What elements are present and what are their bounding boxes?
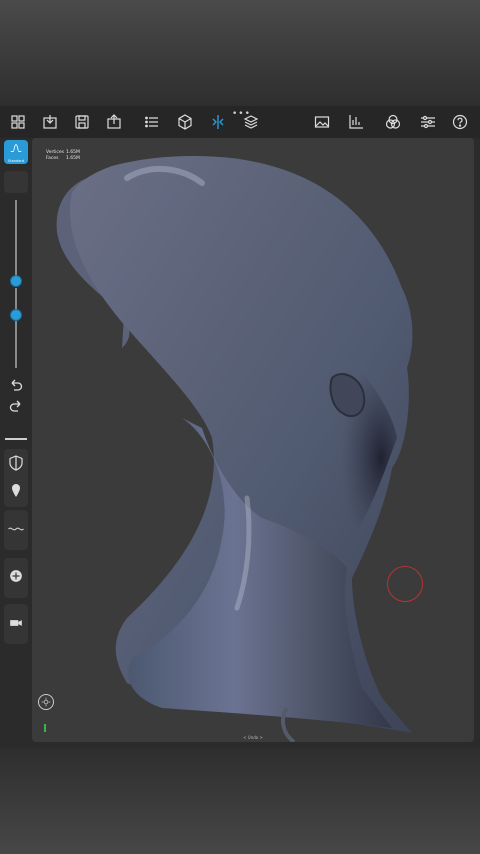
shield-icon[interactable] — [6, 453, 26, 473]
intensity-slider-knob[interactable] — [10, 308, 22, 321]
top-toolbar: ••• — [0, 106, 480, 138]
axis-gizmo-icon — [44, 724, 46, 732]
export-icon[interactable] — [104, 112, 124, 132]
radius-slider[interactable] — [15, 200, 17, 280]
app-window: ••• Standard Vertices 1.65M Faces 1.65M … — [0, 106, 480, 748]
undo-icon[interactable] — [6, 375, 26, 395]
camera-button[interactable] — [4, 604, 28, 644]
left-sidebar: Standard — [0, 138, 32, 742]
stroke-button[interactable] — [4, 510, 28, 550]
redo-icon[interactable] — [6, 396, 26, 416]
active-tool-button[interactable]: Standard — [4, 140, 28, 164]
radius-slider-knob[interactable] — [10, 274, 22, 287]
layers-icon[interactable] — [241, 112, 261, 132]
divider — [5, 438, 27, 440]
sculpt-model[interactable] — [32, 138, 474, 742]
intensity-slider[interactable] — [15, 288, 17, 368]
add-button[interactable] — [4, 558, 28, 598]
letterbox-top — [0, 0, 480, 106]
color-swatch-button[interactable] — [4, 171, 28, 193]
image-icon[interactable] — [312, 112, 332, 132]
settings-icon[interactable] — [418, 112, 438, 132]
letterbox-bottom — [0, 748, 480, 854]
chart-icon[interactable] — [346, 112, 366, 132]
save-icon[interactable] — [72, 112, 92, 132]
material-icon[interactable] — [383, 112, 403, 132]
import-icon[interactable] — [40, 112, 60, 132]
reset-view-button[interactable] — [38, 694, 54, 710]
active-tool-label: Standard — [8, 159, 24, 163]
symmetry-icon[interactable] — [208, 112, 228, 132]
help-icon[interactable] — [450, 112, 470, 132]
pin-icon[interactable] — [6, 481, 26, 501]
sculpt-viewport[interactable]: Vertices 1.65M Faces 1.65M < Undo > — [32, 138, 474, 742]
brush-cursor-ring — [387, 566, 423, 602]
grid-icon[interactable] — [8, 112, 28, 132]
undo-history-label[interactable]: < Undo > — [32, 735, 474, 740]
tool-options-group — [4, 449, 28, 507]
list-icon[interactable] — [142, 112, 162, 132]
cube-icon[interactable] — [175, 112, 195, 132]
